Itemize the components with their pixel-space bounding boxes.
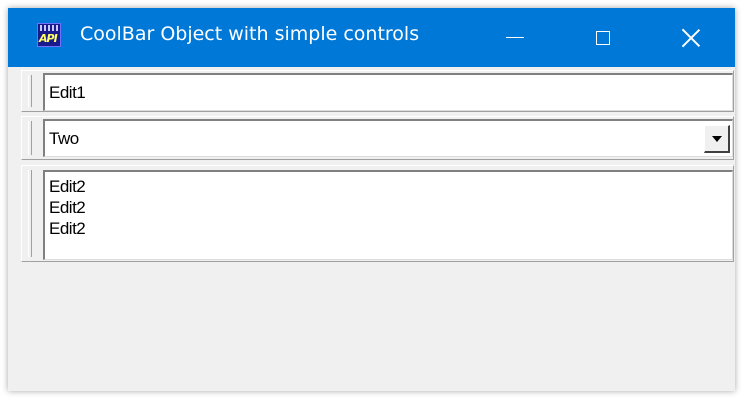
coolbar-band-3: Edit2 Edit2 Edit2 xyxy=(21,165,734,262)
edit1-textbox[interactable]: Edit1 xyxy=(43,73,733,111)
band-gripper[interactable] xyxy=(28,170,32,257)
combo-box[interactable]: Two xyxy=(43,119,733,157)
edit2-textarea[interactable]: Edit2 Edit2 Edit2 xyxy=(43,170,733,260)
maximize-button[interactable] xyxy=(563,8,643,67)
window-title: CoolBar Object with simple controls xyxy=(80,23,420,45)
combo-selected-value: Two xyxy=(49,129,79,148)
coolbar-band-2: Two xyxy=(21,116,734,160)
combo-dropdown-button[interactable] xyxy=(704,125,730,153)
edit2-line: Edit2 xyxy=(49,198,86,217)
maximize-icon xyxy=(596,30,610,45)
coolbar-band-1: Edit1 xyxy=(21,70,734,112)
close-icon xyxy=(681,28,701,48)
title-bar[interactable]: API CoolBar Object with simple controls xyxy=(8,8,735,67)
band-gripper[interactable] xyxy=(28,121,32,155)
edit2-line: Edit2 xyxy=(49,177,86,196)
edit2-line: Edit2 xyxy=(49,219,86,238)
app-icon-stripe xyxy=(40,25,58,31)
app-icon[interactable]: API xyxy=(37,23,61,47)
app-icon-label: API xyxy=(39,32,58,45)
chevron-down-icon xyxy=(711,135,722,142)
band-gripper[interactable] xyxy=(28,75,32,107)
minimize-button[interactable] xyxy=(475,8,555,67)
close-button[interactable] xyxy=(651,8,731,67)
minimize-icon xyxy=(506,36,524,39)
app-window: API CoolBar Object with simple controls … xyxy=(8,8,735,391)
